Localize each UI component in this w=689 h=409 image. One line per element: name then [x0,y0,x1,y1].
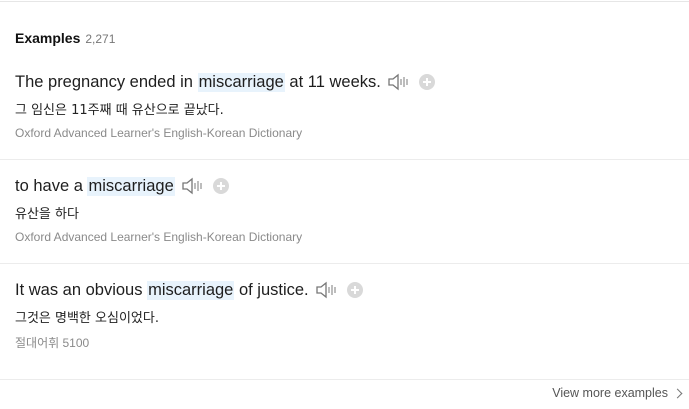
keyword-highlight[interactable]: miscarriage [87,176,175,196]
example-item: It was an obvious miscarriage of justice… [15,280,689,351]
example-count: 2,271 [85,32,116,46]
footer-divider [0,379,689,380]
example-translation: 그 임신은 11주째 때 유산으로 끝났다. [15,103,224,118]
top-divider [0,1,689,2]
example-translation: 그것은 명백한 오심이었다. [15,311,159,326]
example-item: The pregnancy ended in miscarriage at 11… [15,72,689,140]
speaker-icon[interactable] [181,176,205,196]
view-more-examples-link[interactable]: View more examples [552,386,683,400]
section-title: Examples [15,30,81,46]
keyword-highlight[interactable]: miscarriage [147,280,235,300]
sentence-text: of justice. [234,280,309,299]
example-sentence: to have a miscarriage [15,176,689,196]
example-sentence: It was an obvious miscarriage of justice… [15,280,689,300]
examples-header: Examples 2,271 [15,30,115,46]
example-item: to have a miscarriage 유산을 하다 Oxford Adva… [15,176,689,244]
sentence-text: at 11 weeks. [284,72,381,91]
example-source: Oxford Advanced Learner's English-Korean… [15,126,303,140]
speaker-icon[interactable] [315,280,339,300]
example-source: 절대어휘 5100 [15,336,90,350]
speaker-icon[interactable] [387,72,411,92]
chevron-right-icon [672,388,683,398]
sentence-text: The pregnancy ended in [15,72,198,91]
add-to-wordbook-icon[interactable] [418,74,435,90]
example-divider [0,159,689,160]
example-source: Oxford Advanced Learner's English-Korean… [15,230,303,244]
add-to-wordbook-icon[interactable] [346,282,363,298]
example-divider [0,263,689,264]
example-translation: 유산을 하다 [15,207,79,222]
sentence-text: It was an obvious [15,280,148,299]
keyword-highlight[interactable]: miscarriage [197,72,285,92]
view-more-label: View more examples [552,386,668,400]
add-to-wordbook-icon[interactable] [212,178,229,194]
example-sentence: The pregnancy ended in miscarriage at 11… [15,72,689,92]
sentence-text: to have a [15,176,88,195]
